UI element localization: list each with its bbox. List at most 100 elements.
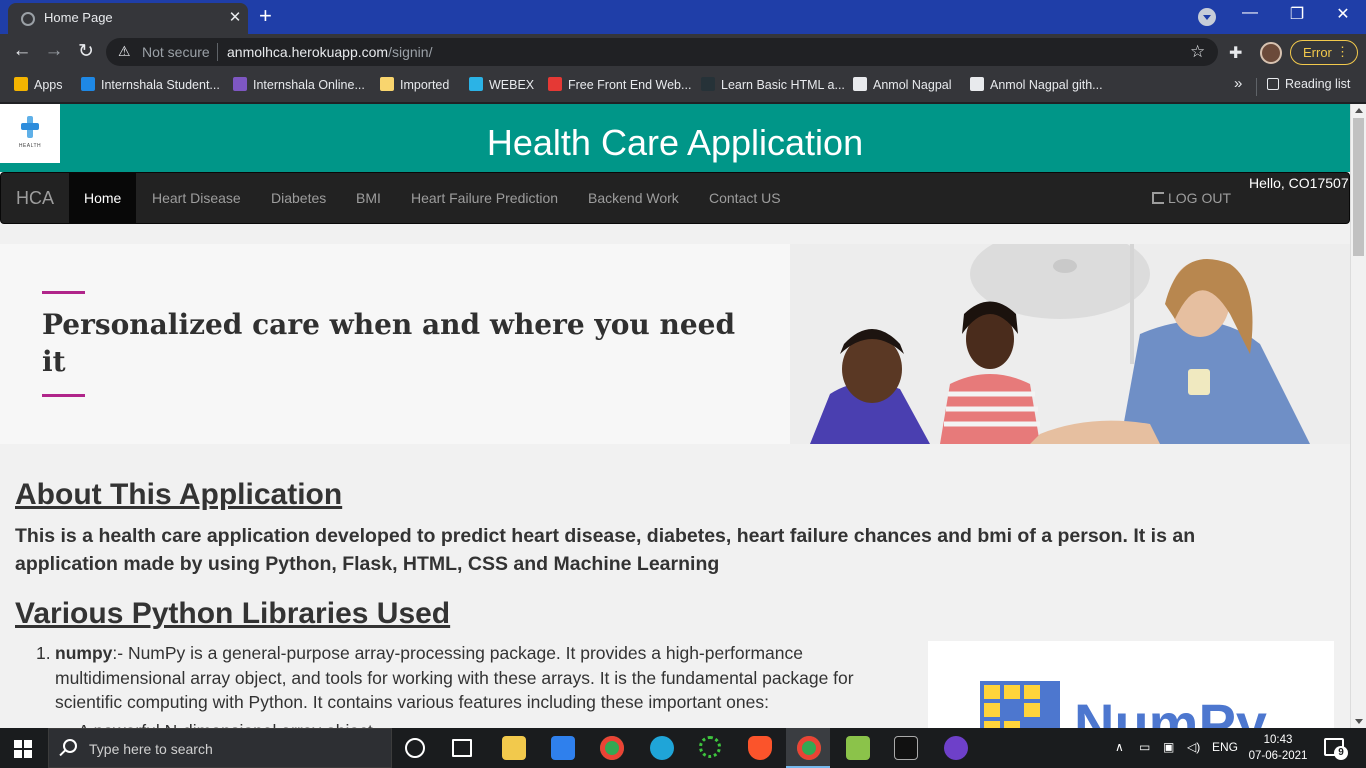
nav-bmi[interactable]: BMI xyxy=(341,173,396,223)
page-title: Health Care Application xyxy=(486,122,864,163)
tab-title: Home Page xyxy=(44,10,113,25)
bookmark-webex[interactable]: WEBEX xyxy=(469,77,534,92)
bookmark-apps[interactable]: Apps xyxy=(14,77,63,92)
globe-icon xyxy=(21,12,35,26)
site-header: HEALTH Health Care Application xyxy=(0,104,1350,172)
bookmark-internshala-online[interactable]: Internshala Online... xyxy=(233,77,365,92)
bookmark-anmol-nagpal-github[interactable]: Anmol Nagpal gith... xyxy=(970,77,1103,92)
logout-link[interactable]: LOG OUT xyxy=(1152,190,1231,206)
address-bar[interactable]: ⚠ Not secure anmolhca.herokuapp.com/sign… xyxy=(106,38,1218,66)
scroll-up-icon[interactable] xyxy=(1355,108,1363,113)
taskbar-search[interactable]: Type here to search xyxy=(48,728,392,768)
bookmark-learn-basic-html[interactable]: Learn Basic HTML a... xyxy=(701,77,845,92)
library-list: 1. numpy:- NumPy is a general-purpose ar… xyxy=(36,641,886,728)
task-view-icon[interactable] xyxy=(452,739,472,757)
chrome-icon[interactable] xyxy=(600,736,624,760)
notification-badge: 9 xyxy=(1334,746,1348,760)
profile-avatar[interactable] xyxy=(1260,42,1282,64)
bookmarks-more-button[interactable]: » xyxy=(1234,75,1242,92)
scrollbar-thumb[interactable] xyxy=(1353,118,1364,256)
nav-heart-disease[interactable]: Heart Disease xyxy=(137,173,256,223)
url-text[interactable]: anmolhca.herokuapp.com/signin/ xyxy=(227,44,432,60)
windows-taskbar: Type here to search ∧ ▭ ▣ ◁) ENG 10:43 0… xyxy=(0,728,1366,768)
navbar-brand[interactable]: HCA xyxy=(16,188,54,209)
decorative-rule xyxy=(42,291,85,294)
bookmarks-bar: Apps Internshala Student... Internshala … xyxy=(0,70,1366,103)
list-item: numpy:- NumPy is a general-purpose array… xyxy=(55,641,886,715)
logout-icon xyxy=(1152,192,1164,204)
tab-search-icon[interactable] xyxy=(1198,8,1216,26)
browser-tab[interactable]: Home Page ✕ xyxy=(8,3,248,34)
forward-button[interactable]: → xyxy=(43,40,65,62)
chrome-profile-icon[interactable] xyxy=(797,736,821,760)
file-explorer-icon[interactable] xyxy=(502,736,526,760)
page-scrollbar[interactable] xyxy=(1350,104,1366,728)
numpy-logo-text: NumPy xyxy=(1074,692,1267,728)
webex-icon xyxy=(469,77,483,91)
nav-backend-work[interactable]: Backend Work xyxy=(573,173,694,223)
taskbar-clock[interactable]: 10:43 07-06-2021 xyxy=(1248,732,1308,764)
library-separator: :- xyxy=(112,643,124,663)
sub-list-item: A powerful N-dimensional array object xyxy=(60,719,373,728)
extensions-icon[interactable]: ✚ xyxy=(1229,43,1242,63)
page-viewport: HEALTH Health Care Application HCA Home … xyxy=(0,104,1350,728)
main-navbar: HCA Home Heart Disease Diabetes BMI Hear… xyxy=(0,172,1350,224)
github-desktop-icon[interactable] xyxy=(944,736,968,760)
tab-close-icon[interactable]: ✕ xyxy=(226,8,244,26)
library-description: NumPy is a general-purpose array-process… xyxy=(55,643,854,712)
globe-icon xyxy=(970,77,984,91)
network-icon[interactable]: ▣ xyxy=(1163,740,1174,754)
decorative-rule xyxy=(42,394,85,397)
battery-icon[interactable]: ▭ xyxy=(1139,740,1150,754)
security-label[interactable]: Not secure xyxy=(142,44,210,60)
browser-tab-strip: Home Page ✕ + — ❐ ✕ xyxy=(0,0,1366,34)
notification-center-icon[interactable]: 9 xyxy=(1324,738,1348,760)
reading-list-button[interactable]: Reading list xyxy=(1267,77,1350,91)
brave-icon[interactable] xyxy=(748,736,772,760)
new-tab-button[interactable]: + xyxy=(259,4,272,28)
scroll-down-icon[interactable] xyxy=(1355,719,1363,724)
bookmark-anmol-nagpal[interactable]: Anmol Nagpal xyxy=(853,77,952,92)
mail-icon[interactable] xyxy=(551,736,575,760)
globe-icon xyxy=(853,77,867,91)
library-name: numpy xyxy=(55,643,113,663)
reload-button[interactable]: ↻ xyxy=(75,40,97,63)
windows-start-icon[interactable] xyxy=(14,740,32,758)
hero-banner: Personalized care when and where you nee… xyxy=(0,244,1350,444)
loading-app-icon[interactable] xyxy=(699,736,721,758)
about-text: This is a health care application develo… xyxy=(15,525,1196,575)
url-path: /signin/ xyxy=(388,44,433,60)
terminal-icon[interactable] xyxy=(894,736,918,760)
nav-contact-us[interactable]: Contact US xyxy=(694,173,796,223)
bookmark-imported[interactable]: Imported xyxy=(380,77,449,92)
nav-home[interactable]: Home xyxy=(69,173,137,223)
restore-button[interactable]: ❐ xyxy=(1285,4,1309,24)
error-button[interactable]: Error ⋮ xyxy=(1290,40,1358,65)
freecodecamp-icon xyxy=(701,77,715,91)
nav-diabetes[interactable]: Diabetes xyxy=(256,173,341,223)
volume-icon[interactable]: ◁) xyxy=(1187,740,1200,754)
bookmark-free-front-end[interactable]: Free Front End Web... xyxy=(548,77,691,92)
edge-icon[interactable] xyxy=(650,736,674,760)
language-indicator[interactable]: ENG xyxy=(1212,740,1238,754)
udemy-icon xyxy=(548,77,562,91)
cortana-icon[interactable] xyxy=(405,738,425,758)
banner-photo xyxy=(790,244,1350,444)
bookmark-star-icon[interactable]: ☆ xyxy=(1190,42,1205,62)
libraries-heading: Various Python Libraries Used xyxy=(15,597,451,630)
about-heading: About This Application xyxy=(15,478,343,511)
minimize-button[interactable]: — xyxy=(1238,4,1262,22)
clock-date: 07-06-2021 xyxy=(1248,750,1308,762)
list-number: 1. xyxy=(36,643,51,663)
error-label: Error xyxy=(1303,45,1332,60)
notepad-icon[interactable] xyxy=(846,736,870,760)
back-button[interactable]: ← xyxy=(11,40,33,62)
close-window-button[interactable]: ✕ xyxy=(1331,4,1355,24)
reading-list-icon xyxy=(1267,78,1279,90)
nav-heart-failure-prediction[interactable]: Heart Failure Prediction xyxy=(396,173,573,223)
show-hidden-icons-button[interactable]: ∧ xyxy=(1115,740,1124,754)
bookmark-internshala-student[interactable]: Internshala Student... xyxy=(81,77,220,92)
divider xyxy=(1256,78,1257,96)
search-placeholder: Type here to search xyxy=(89,741,213,757)
warning-icon[interactable]: ⚠ xyxy=(118,43,131,60)
